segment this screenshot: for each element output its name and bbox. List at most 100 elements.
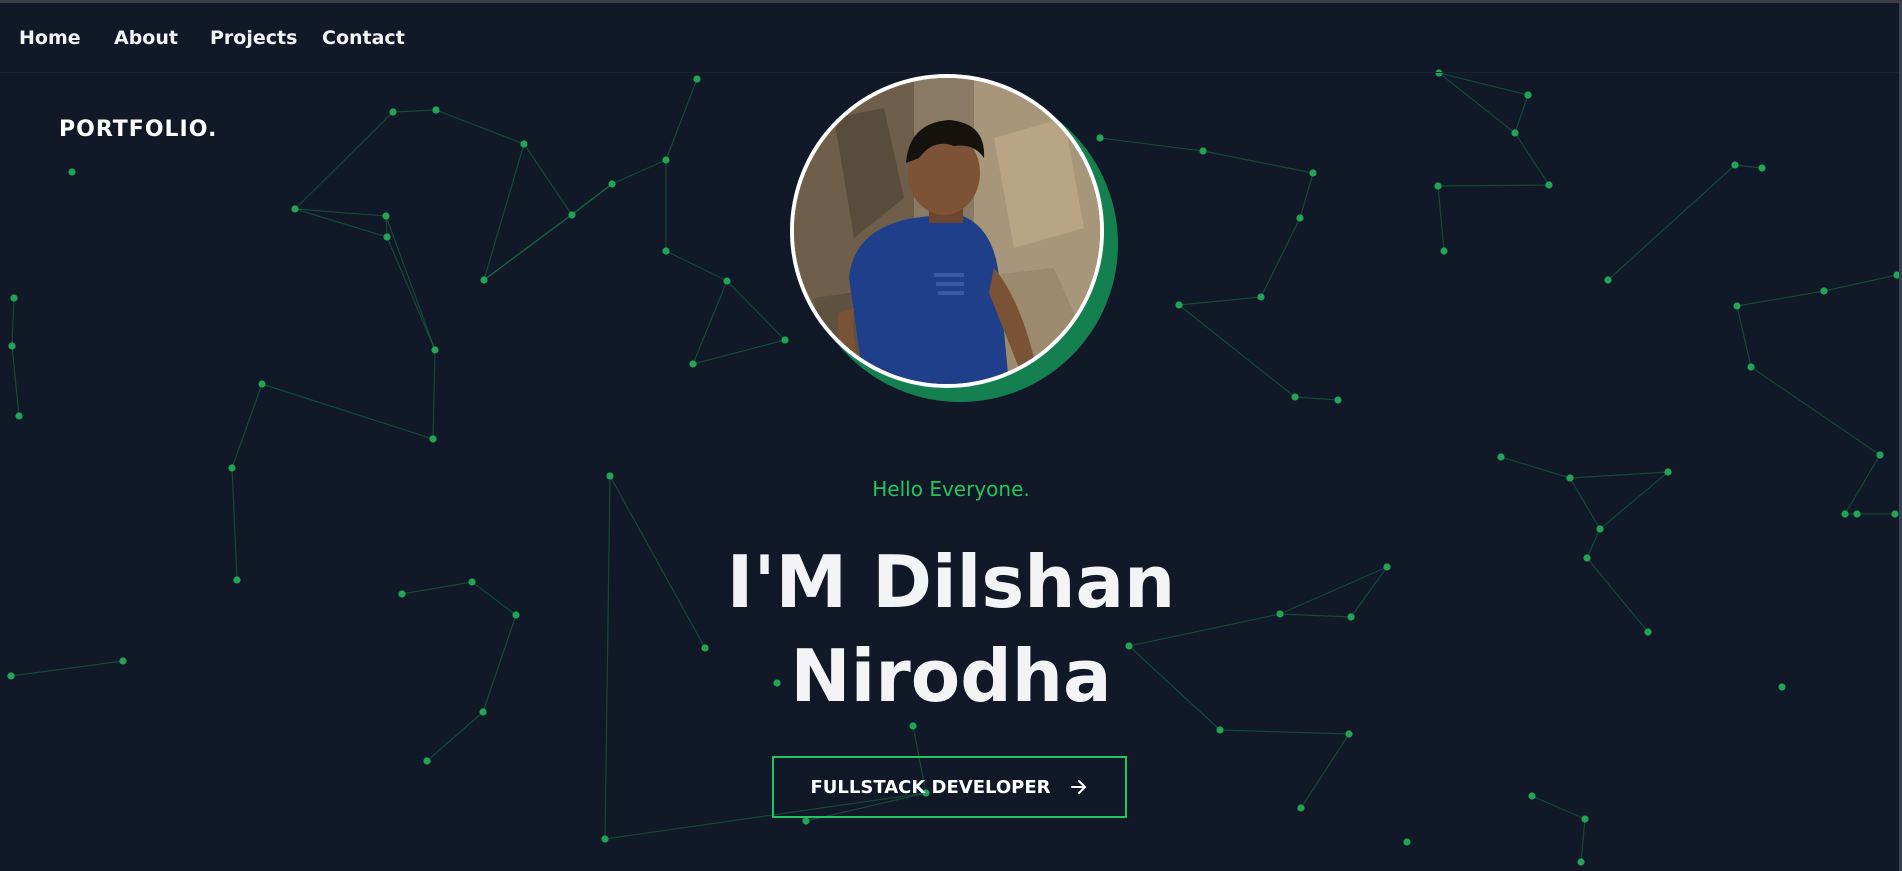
network-node <box>802 817 810 825</box>
network-node <box>10 294 18 302</box>
network-edge <box>1580 818 1586 863</box>
network-edge <box>1219 729 1350 735</box>
network-node <box>228 464 236 472</box>
network-edge <box>385 215 436 351</box>
network-edge <box>294 208 387 217</box>
network-edge <box>231 383 263 469</box>
network-node <box>382 212 390 220</box>
network-node <box>1296 214 1304 222</box>
network-node <box>480 276 488 284</box>
network-edge <box>1300 733 1350 809</box>
network-node <box>1820 287 1828 295</box>
network-node <box>15 412 23 420</box>
network-node <box>1199 147 1207 155</box>
network-edge <box>665 250 728 282</box>
network-edge <box>261 383 434 440</box>
network-edge <box>483 183 613 281</box>
network-node <box>432 106 440 114</box>
network-node <box>568 211 576 219</box>
top-navigation: Home About Projects Contact <box>0 3 1902 73</box>
network-node <box>1758 164 1766 172</box>
network-node <box>1216 726 1224 734</box>
hero-name-line-1: I'M Dilshan <box>726 540 1176 624</box>
network-node <box>1577 858 1585 866</box>
network-node <box>662 156 670 164</box>
nav-about-link[interactable]: About <box>114 27 178 49</box>
network-node <box>1524 91 1532 99</box>
network-node <box>431 346 439 354</box>
network-node <box>1511 129 1519 137</box>
network-node <box>1175 301 1183 309</box>
network-node <box>1891 510 1899 518</box>
hero-greeting: Hello Everyone. <box>872 477 1030 501</box>
network-node <box>291 205 299 213</box>
network-edge <box>1294 396 1339 401</box>
network-node <box>1733 302 1741 310</box>
network-edge <box>386 236 436 351</box>
network-node <box>601 835 609 843</box>
network-edge <box>611 159 667 185</box>
profile-avatar <box>788 72 1128 412</box>
network-node <box>1581 815 1589 823</box>
hero-name: I'M Dilshan Nirodha <box>0 535 1902 723</box>
network-node <box>1334 396 1342 404</box>
network-edge <box>692 339 786 365</box>
network-node <box>1434 182 1442 190</box>
network-node <box>909 722 917 730</box>
network-edge <box>692 280 728 365</box>
network-edge <box>1202 150 1314 174</box>
network-node <box>1604 276 1612 284</box>
network-node <box>389 108 397 116</box>
network-node <box>1596 525 1604 533</box>
hero-name-line-2: Nirodha <box>790 634 1112 718</box>
cta-label: FULLSTACK DEVELOPER <box>810 776 1051 798</box>
network-node <box>1297 804 1305 812</box>
network-node <box>1545 181 1553 189</box>
network-node <box>1876 451 1884 459</box>
network-edge <box>483 143 525 281</box>
network-node <box>1309 169 1317 177</box>
network-edge <box>726 280 786 341</box>
network-edge <box>1437 185 1445 252</box>
network-edge <box>523 143 573 216</box>
network-edge <box>1736 290 1825 307</box>
network-node <box>662 247 670 255</box>
network-edge <box>1500 456 1571 479</box>
nav-home-link[interactable]: Home <box>19 27 81 49</box>
network-edge <box>1514 132 1550 186</box>
nav-projects-link[interactable]: Projects <box>210 27 297 49</box>
fullstack-developer-button[interactable]: FULLSTACK DEVELOPER <box>772 756 1127 818</box>
network-edge <box>432 349 436 440</box>
network-edge <box>1823 274 1898 292</box>
network-edge <box>1607 164 1736 281</box>
network-node <box>8 342 16 350</box>
network-edge <box>1750 366 1881 456</box>
network-node <box>1440 247 1448 255</box>
network-edge <box>1734 164 1763 169</box>
network-node <box>1403 838 1411 846</box>
network-node <box>1853 510 1861 518</box>
network-node <box>520 140 528 148</box>
network-node <box>383 233 391 241</box>
network-edge <box>1178 304 1296 398</box>
network-node <box>68 168 76 176</box>
network-node <box>693 75 701 83</box>
nav-contact-link[interactable]: Contact <box>322 27 405 49</box>
network-node <box>1291 393 1299 401</box>
network-edge <box>1260 217 1301 298</box>
network-edge <box>435 109 525 145</box>
network-edge <box>11 297 15 347</box>
network-node <box>429 435 437 443</box>
network-node <box>1528 792 1536 800</box>
network-node <box>689 360 697 368</box>
network-node <box>1731 161 1739 169</box>
network-node <box>1497 453 1505 461</box>
brand-logo[interactable]: PORTFOLIO. <box>59 117 217 142</box>
network-node <box>258 380 266 388</box>
network-edge <box>1437 184 1550 187</box>
network-edge <box>1531 795 1586 820</box>
network-edge <box>1514 94 1529 134</box>
network-node <box>1841 510 1849 518</box>
network-node <box>1345 730 1353 738</box>
network-node <box>1747 363 1755 371</box>
